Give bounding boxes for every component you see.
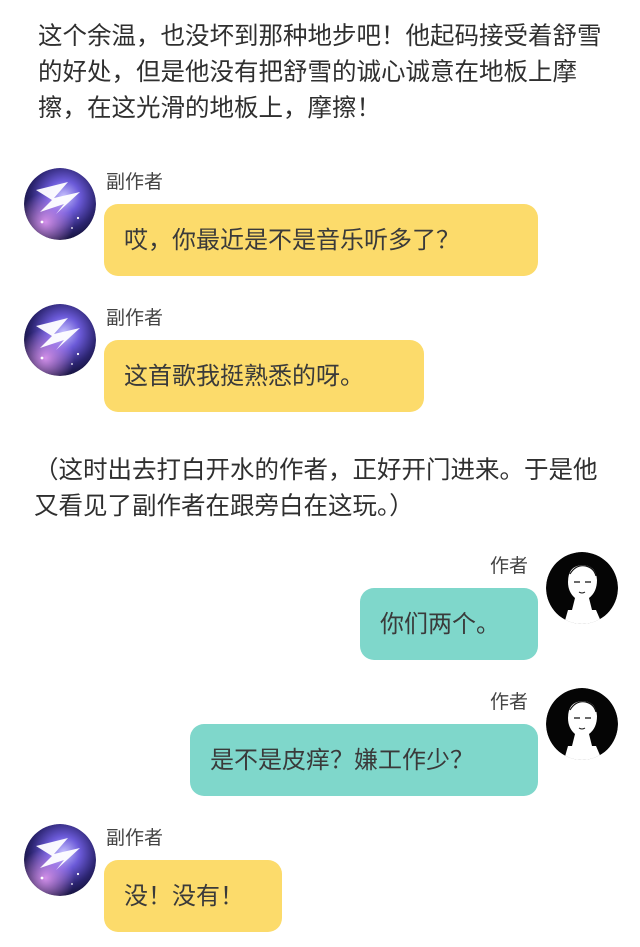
avatar[interactable] — [546, 552, 618, 624]
message-bubble[interactable]: 是不是皮痒？嫌工作少？ — [190, 724, 538, 796]
sender-name: 副作者 — [106, 827, 164, 849]
galaxy-wing-avatar-icon — [24, 304, 96, 376]
message-bubble[interactable]: 没！没有！ — [104, 860, 282, 932]
sketch-boy-avatar-icon — [546, 552, 618, 624]
galaxy-wing-avatar-icon — [24, 168, 96, 240]
avatar[interactable] — [24, 168, 96, 240]
message-bubble[interactable]: 你们两个。 — [360, 588, 538, 660]
sender-name: 副作者 — [106, 307, 164, 329]
message-bubble[interactable]: 哎，你最近是不是音乐听多了？ — [104, 204, 538, 276]
narration-text: 这个余温，也没坏到那种地步吧！他起码接受着舒雪的好处，但是他没有把舒雪的诚心诚意… — [38, 21, 602, 122]
message-bubble[interactable]: 这首歌我挺熟悉的呀。 — [104, 340, 424, 412]
sender-name: 作者 — [490, 691, 529, 713]
avatar[interactable] — [24, 304, 96, 376]
avatar[interactable] — [24, 824, 96, 896]
narration-text: （这时出去打白开水的作者，正好开门进来。于是他又看见了副作者在跟旁白在这玩。） — [34, 455, 598, 520]
avatar[interactable] — [546, 688, 618, 760]
sender-name: 作者 — [490, 555, 529, 577]
sketch-boy-avatar-icon — [546, 688, 618, 760]
galaxy-wing-avatar-icon — [24, 824, 96, 896]
sender-name: 副作者 — [106, 171, 164, 193]
